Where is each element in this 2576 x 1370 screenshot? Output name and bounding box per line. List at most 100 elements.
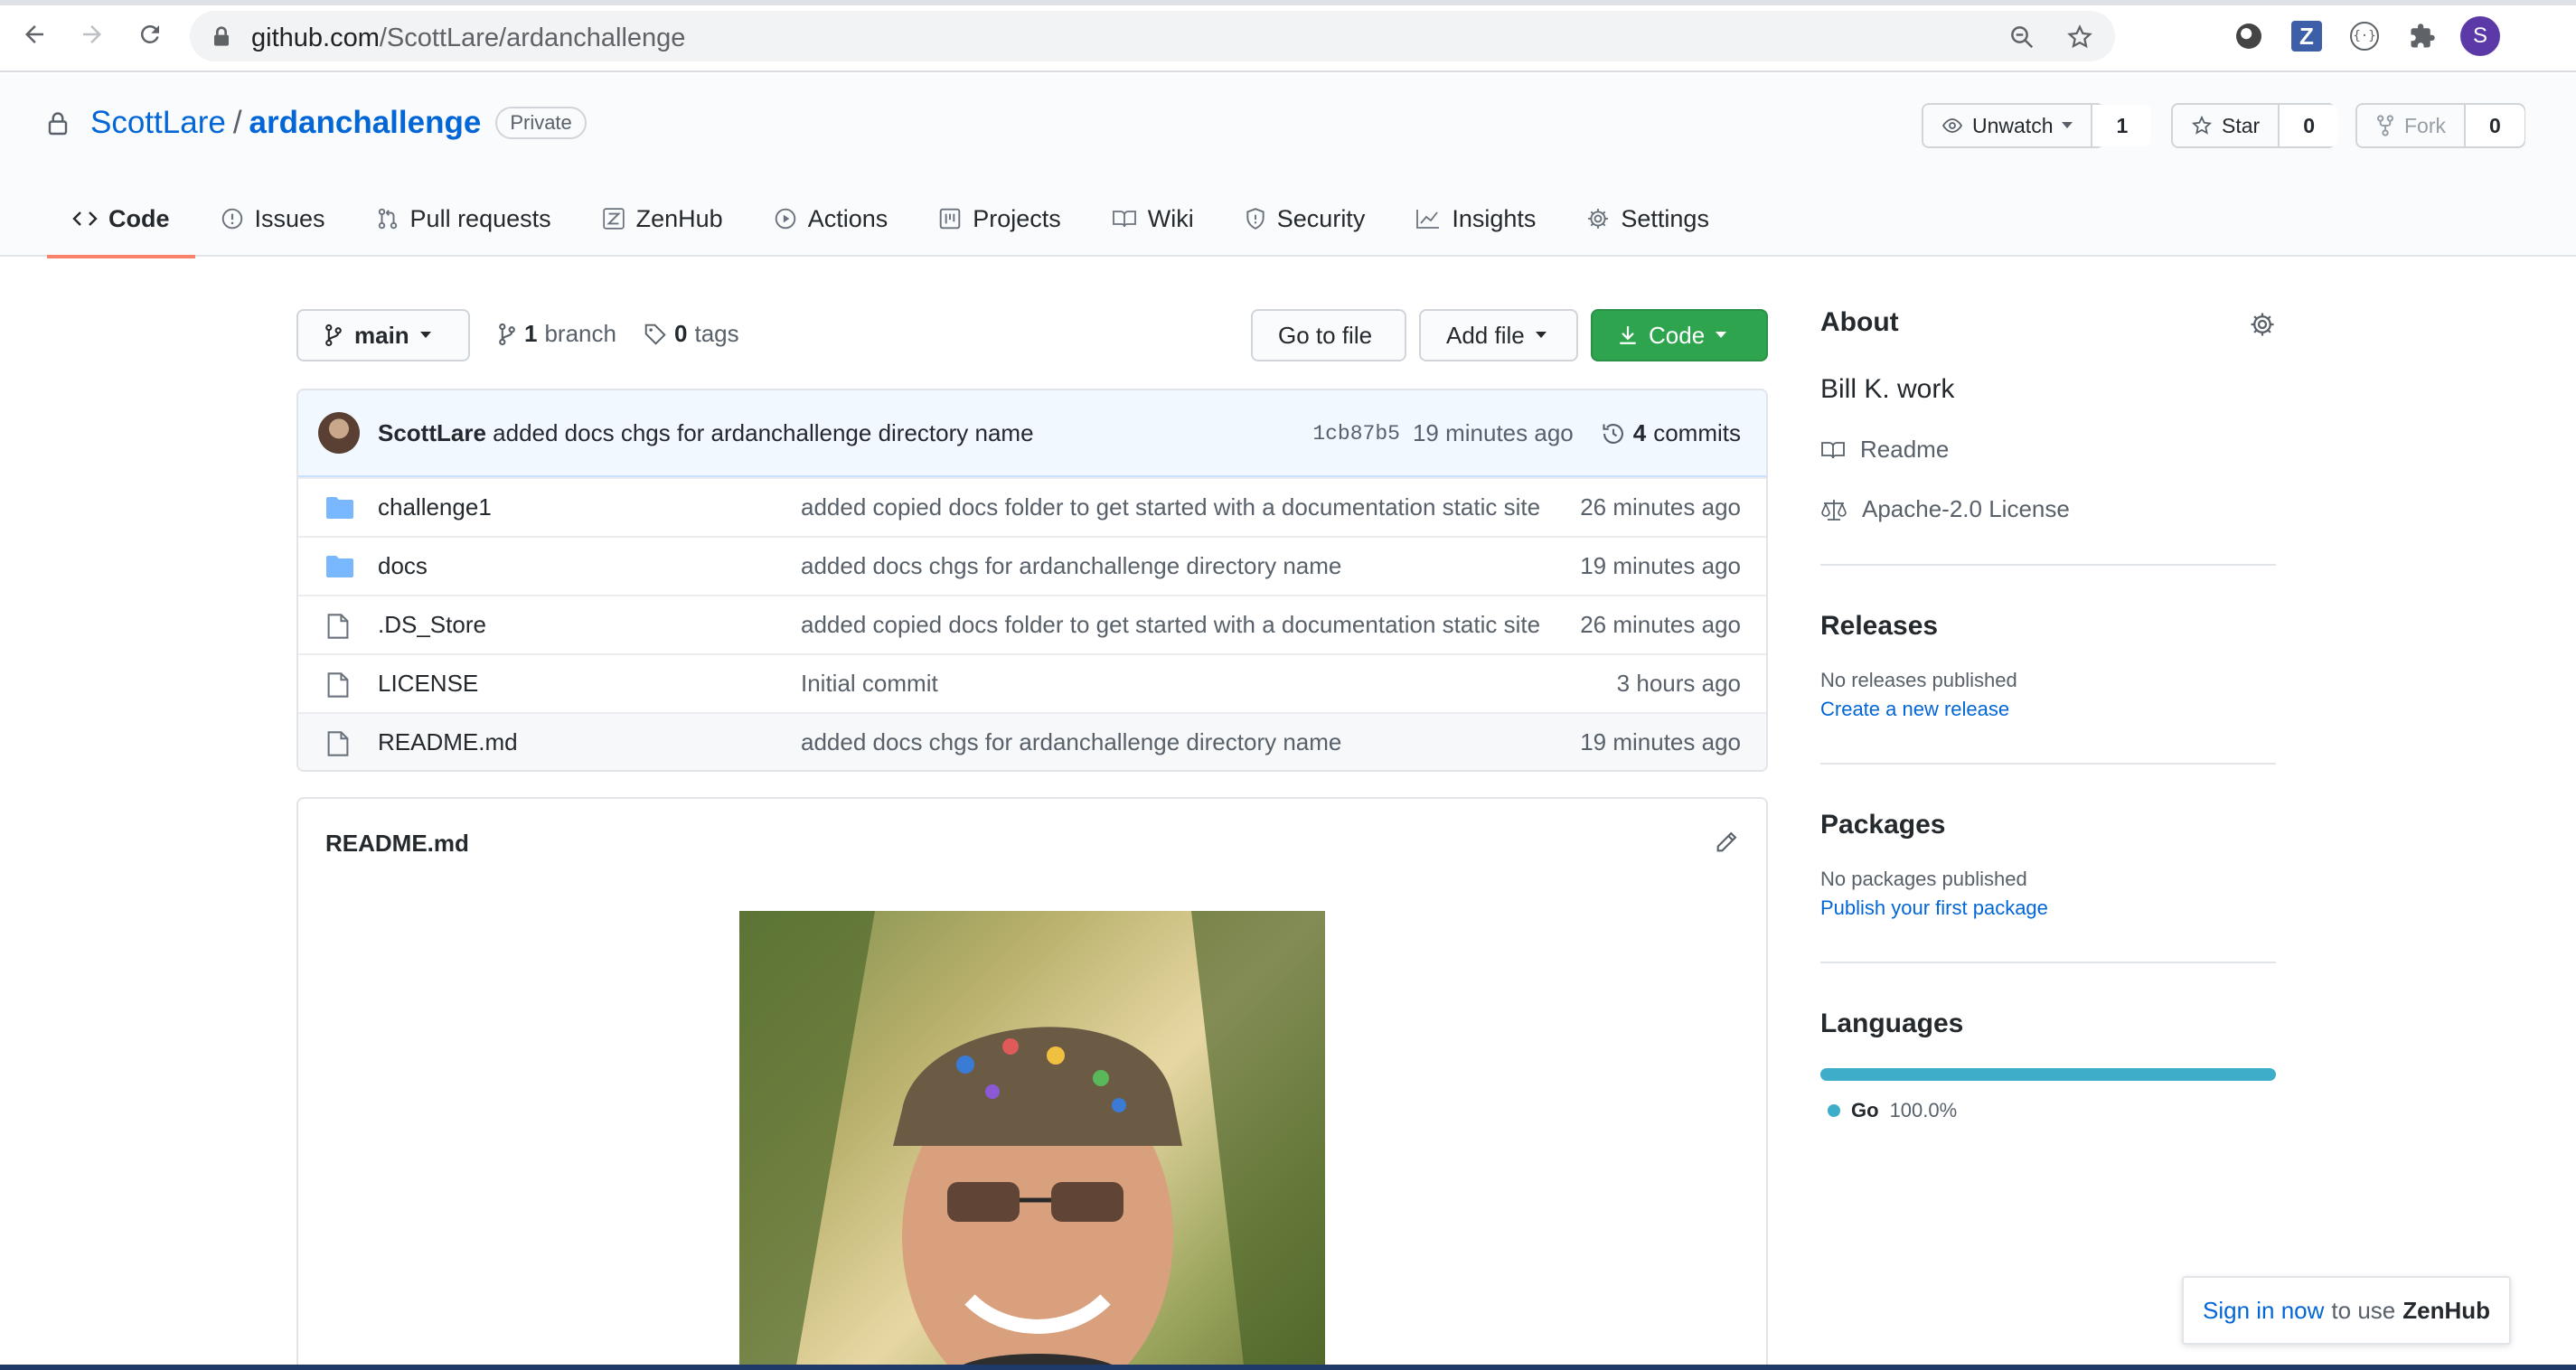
reload-button[interactable] [132, 16, 168, 52]
file-name-link[interactable]: challenge1 [378, 493, 492, 521]
zenhub-extension-icon[interactable]: Z [2289, 18, 2325, 54]
tab-security[interactable]: Security [1219, 181, 1391, 257]
file-row[interactable]: docs added docs chgs for ardanchallenge … [298, 536, 1766, 595]
tab-settings[interactable]: Settings [1561, 181, 1735, 257]
about-heading: About [1820, 307, 1899, 337]
releases-heading[interactable]: Releases [1820, 611, 2276, 642]
file-icon [327, 672, 349, 698]
commit-age: 19 minutes ago [1412, 419, 1574, 446]
file-commit-link[interactable]: added docs chgs for ardanchallenge direc… [801, 552, 1553, 580]
tab-label: Code [108, 204, 170, 232]
zenhub-signin-link[interactable]: Sign in now [2203, 1297, 2324, 1325]
packages-heading[interactable]: Packages [1820, 810, 2276, 840]
file-commit-link[interactable]: added copied docs folder to get started … [801, 493, 1553, 521]
license-link[interactable]: Apache-2.0 License [1820, 495, 2070, 523]
tab-label: ZenHub [635, 204, 723, 232]
commit-author-link[interactable]: ScottLare [378, 419, 486, 446]
repo-owner-link[interactable]: ScottLare [90, 105, 226, 141]
file-commit-link[interactable]: added copied docs folder to get started … [801, 611, 1553, 639]
file-row[interactable]: challenge1 added copied docs folder to g… [298, 477, 1766, 536]
language-item[interactable]: Go 100.0% [1820, 1099, 1957, 1122]
tab-label: Actions [807, 204, 888, 232]
file-commit-link[interactable]: Initial commit [801, 670, 1553, 698]
create-release-link[interactable]: Create a new release [1820, 698, 2009, 721]
author-avatar[interactable] [318, 412, 360, 454]
tab-insights[interactable]: Insights [1390, 181, 1561, 257]
star-count[interactable]: 0 [2278, 105, 2338, 146]
tab-strip [0, 0, 2576, 5]
repo-title: ScottLare / ardanchallenge Private [47, 105, 587, 141]
file-name-link[interactable]: README.md [378, 728, 518, 756]
watch-count[interactable]: 1 [2091, 105, 2152, 146]
repo-description: Bill K. work [1820, 374, 1955, 404]
file-browser: ScottLare added docs chgs for ardanchall… [296, 389, 1768, 772]
file-row[interactable]: .DS_Store added copied docs folder to ge… [298, 595, 1766, 653]
tab-label: Wiki [1147, 204, 1194, 232]
commit-message-link[interactable]: added docs chgs for ardanchallenge direc… [493, 419, 1033, 446]
file-name-link[interactable]: docs [378, 552, 428, 580]
sidebar-divider [1820, 763, 2276, 765]
latest-commit-row: ScottLare added docs chgs for ardanchall… [298, 390, 1766, 477]
repo-name-link[interactable]: ardanchallenge [249, 105, 482, 141]
unwatch-button[interactable]: Unwatch [1923, 105, 2091, 146]
code-download-button[interactable]: Code [1591, 309, 1768, 361]
bookmark-star-icon[interactable] [2066, 23, 2093, 51]
file-name-link[interactable]: LICENSE [378, 670, 478, 698]
code-extension-icon[interactable]: {·} [2346, 18, 2383, 54]
tab-label: Insights [1452, 204, 1537, 232]
tab-zenhub[interactable]: ZenHub [577, 181, 748, 257]
branch-select-button[interactable]: main [296, 309, 470, 361]
file-commit-link[interactable]: added docs chgs for ardanchallenge direc… [801, 728, 1553, 756]
unwatch-label: Unwatch [1972, 113, 2054, 137]
tab-actions[interactable]: Actions [748, 181, 914, 257]
language-color-dot [1828, 1104, 1840, 1117]
fork-count[interactable]: 0 [2464, 105, 2524, 146]
no-releases-text: No releases published [1820, 669, 2017, 691]
gear-icon [1588, 209, 1609, 229]
tags-link[interactable]: 0 tags [644, 320, 739, 348]
branches-link[interactable]: 1 branch [497, 320, 616, 348]
tab-projects[interactable]: Projects [913, 181, 1086, 257]
issue-icon [221, 208, 242, 230]
code-icon [72, 211, 98, 226]
private-lock-icon [48, 112, 68, 136]
star-label: Star [2222, 113, 2261, 137]
star-button[interactable]: Star [2173, 105, 2278, 146]
commits-history-link[interactable]: 4 commits [1601, 419, 1741, 447]
shield-icon [1246, 208, 1264, 230]
caret-down-icon [1535, 332, 1547, 338]
git-branch-icon [499, 323, 515, 345]
fork-button[interactable]: Fork [2357, 105, 2464, 146]
file-row[interactable]: LICENSE Initial commit 3 hours ago [298, 653, 1766, 712]
arrow-right-icon [83, 25, 101, 43]
tab-wiki[interactable]: Wiki [1086, 181, 1219, 257]
url-text: github.com/ScottLare/ardanchallenge [251, 23, 685, 53]
pencil-icon[interactable] [1714, 830, 1739, 855]
taskbar-edge [0, 1365, 2576, 1370]
add-file-button[interactable]: Add file [1419, 309, 1578, 361]
tab-issues[interactable]: Issues [195, 181, 351, 257]
tab-code[interactable]: Code [47, 181, 195, 258]
go-to-file-button[interactable]: Go to file [1251, 309, 1406, 361]
extension-circle-icon[interactable] [2231, 18, 2267, 54]
file-name-link[interactable]: .DS_Store [378, 611, 486, 639]
sidebar-divider [1820, 564, 2276, 566]
watch-button-group: Unwatch 1 [1922, 103, 2152, 148]
back-button[interactable] [16, 16, 52, 52]
zoom-icon[interactable] [2008, 23, 2035, 51]
readme-link[interactable]: Readme [1820, 436, 1949, 464]
address-bar[interactable]: github.com/ScottLare/ardanchallenge [190, 11, 2115, 61]
profile-avatar[interactable]: S [2460, 16, 2500, 56]
extensions-puzzle-icon[interactable] [2404, 18, 2440, 54]
gear-icon[interactable] [2249, 311, 2276, 338]
commit-sha-link[interactable]: 1cb87b5 [1312, 422, 1400, 446]
forward-button[interactable] [74, 16, 110, 52]
download-icon [1620, 326, 1636, 344]
publish-package-link[interactable]: Publish your first package [1820, 896, 2048, 920]
tab-label: Pull requests [409, 204, 551, 232]
branch-name: main [354, 321, 409, 349]
file-row[interactable]: README.md added docs chgs for ardanchall… [298, 712, 1766, 770]
fork-button-group: Fork 0 [2355, 103, 2525, 148]
tab-pull-requests[interactable]: Pull requests [351, 181, 577, 257]
reload-icon [140, 24, 159, 43]
